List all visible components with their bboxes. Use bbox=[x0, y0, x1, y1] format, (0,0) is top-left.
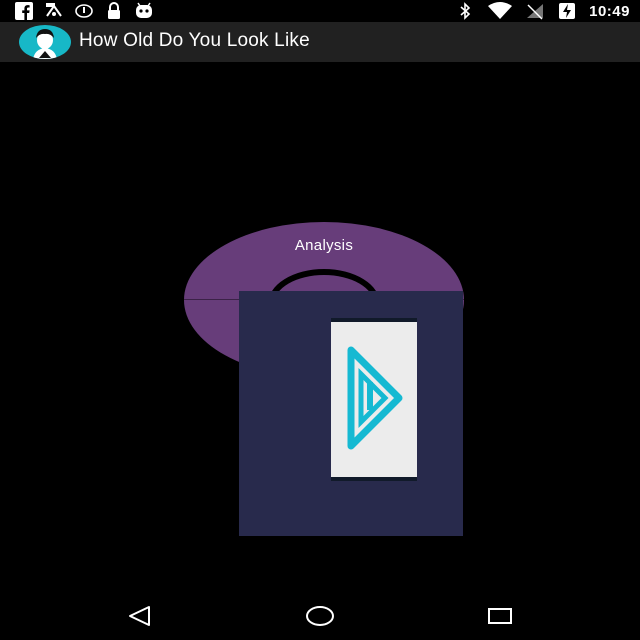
app-title: How Old Do You Look Like bbox=[79, 30, 310, 51]
wifi-icon bbox=[487, 2, 513, 20]
lock-icon bbox=[104, 2, 124, 20]
android-icon bbox=[134, 2, 154, 20]
status-right-icons: 10:49 bbox=[455, 2, 630, 20]
analysis-label: Analysis bbox=[294, 237, 354, 254]
nav-bar bbox=[0, 592, 640, 640]
face-avatar-icon[interactable] bbox=[19, 25, 71, 59]
facebook-icon bbox=[14, 2, 34, 20]
status-left-icons bbox=[14, 2, 154, 20]
bluetooth-icon bbox=[455, 2, 475, 20]
home-icon[interactable] bbox=[300, 602, 340, 630]
recents-icon[interactable] bbox=[480, 602, 520, 630]
back-icon[interactable] bbox=[120, 602, 160, 630]
overlay-panel[interactable] bbox=[239, 291, 463, 536]
app-bar: How Old Do You Look Like bbox=[0, 22, 640, 62]
sync-icon bbox=[74, 2, 94, 20]
no-signal-icon bbox=[525, 2, 545, 20]
battery-charging-icon bbox=[557, 2, 577, 20]
status-bar: 10:49 bbox=[0, 0, 640, 22]
fake-gps-icon bbox=[44, 2, 64, 20]
cyan-triangle-app-icon[interactable] bbox=[331, 322, 417, 477]
clock-time: 10:49 bbox=[589, 2, 630, 20]
